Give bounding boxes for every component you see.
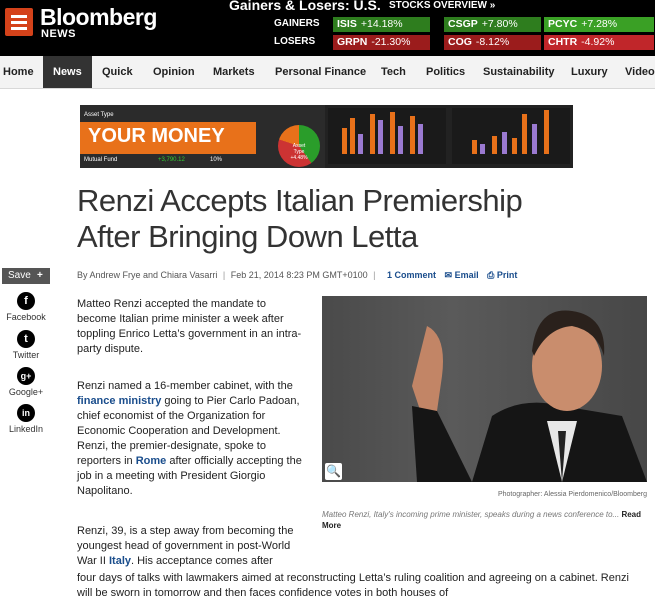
- linkedin-icon: in: [17, 404, 35, 422]
- facebook-icon: f: [17, 292, 35, 310]
- nav-sustainability[interactable]: Sustainability: [483, 56, 555, 88]
- article-byline: By Andrew Frye and Chiara Vasarri | Feb …: [77, 270, 518, 280]
- share-google-plus[interactable]: g+ Google+: [2, 367, 50, 397]
- loser-ticker[interactable]: GRPN -21.30%: [333, 35, 430, 50]
- photo-credit: Photographer: Alessia Pierdomenico/Bloom…: [497, 491, 647, 498]
- article-date: Feb 21, 2014 8:23 PM GMT+0100: [230, 270, 368, 280]
- bloomberg-logo[interactable]: Bloomberg: [40, 4, 157, 31]
- article-headline: Renzi Accepts Italian Premiership After …: [77, 183, 523, 254]
- gainers-label: GAINERS: [274, 18, 320, 29]
- stocks-overview-link[interactable]: STOCKS OVERVIEW »: [389, 0, 495, 11]
- rome-link[interactable]: Rome: [136, 455, 167, 467]
- menu-icon[interactable]: [5, 8, 33, 36]
- comments-link[interactable]: 1 Comment: [387, 270, 436, 280]
- twitter-icon: t: [17, 330, 35, 348]
- gainer-ticker[interactable]: ISIS +14.18%: [333, 17, 430, 32]
- italy-link[interactable]: Italy: [109, 555, 131, 567]
- ad-amount: +3,790.12: [158, 157, 185, 163]
- nav-personal-finance[interactable]: Personal Finance: [275, 56, 366, 88]
- google-plus-icon: g+: [17, 367, 35, 385]
- nav-markets[interactable]: Markets: [213, 56, 255, 88]
- nav-quick[interactable]: Quick: [102, 56, 133, 88]
- ad-mutual-fund: Mutual Fund: [84, 157, 118, 163]
- nav-opinion[interactable]: Opinion: [153, 56, 195, 88]
- article-authors: By Andrew Frye and Chiara Vasarri: [77, 270, 218, 280]
- ad-percent: 10%: [210, 157, 223, 163]
- nav-news[interactable]: News: [43, 56, 92, 88]
- article-paragraph: Matteo Renzi accepted the mandate to bec…: [77, 298, 302, 355]
- zoom-icon[interactable]: 🔍: [325, 463, 342, 480]
- ad-bar-chart: [452, 108, 570, 164]
- print-icon: ⎙: [487, 270, 495, 280]
- logo-subtitle: NEWS: [41, 28, 76, 40]
- loser-ticker[interactable]: CHTR -4.92%: [544, 35, 654, 50]
- article-paragraph: Renzi named a 16-member cabinet, with th…: [77, 380, 302, 497]
- finance-ministry-link[interactable]: finance ministry: [77, 395, 161, 407]
- share-linkedin[interactable]: in LinkedIn: [2, 404, 50, 434]
- nav-politics[interactable]: Politics: [426, 56, 465, 88]
- save-button[interactable]: Save +: [2, 268, 50, 284]
- site-header: Bloomberg NEWS Gainers & Losers: U.S. ST…: [0, 0, 655, 56]
- article-paragraph: four days of talks with lawmakers aimed …: [77, 572, 629, 599]
- renzi-portrait: [412, 310, 647, 482]
- share-facebook[interactable]: f Facebook: [2, 292, 50, 322]
- ad-pie-label: Asset Type +4.48%: [290, 143, 308, 161]
- gainer-ticker[interactable]: PCYC +7.28%: [544, 17, 654, 32]
- photo-caption: Matteo Renzi, Italy's incoming prime min…: [322, 510, 642, 530]
- advertisement-banner[interactable]: Asset Type YOUR MONEY Mutual Fund +3,790…: [80, 105, 573, 168]
- plus-icon: +: [37, 270, 43, 281]
- loser-ticker[interactable]: COG -8.12%: [444, 35, 541, 50]
- main-nav: Home News Quick Opinion Markets Personal…: [0, 56, 655, 89]
- email-link[interactable]: ✉ Email: [445, 270, 479, 280]
- share-twitter[interactable]: t Twitter: [2, 330, 50, 360]
- print-link[interactable]: ⎙ Print: [487, 270, 517, 280]
- ad-title: YOUR MONEY: [88, 125, 225, 147]
- article-photo[interactable]: [322, 296, 647, 482]
- nav-luxury[interactable]: Luxury: [571, 56, 608, 88]
- nav-home[interactable]: Home: [3, 56, 34, 88]
- email-icon: ✉: [444, 270, 453, 280]
- losers-label: LOSERS: [274, 36, 316, 47]
- ad-asset-type: Asset Type: [84, 112, 114, 118]
- article-paragraph: Renzi, 39, is a step away from becoming …: [77, 525, 294, 567]
- gainers-losers-title: Gainers & Losers: U.S.: [229, 0, 381, 13]
- nav-tech[interactable]: Tech: [381, 56, 406, 88]
- ad-bar-chart: [328, 108, 446, 164]
- gainer-ticker[interactable]: CSGP +7.80%: [444, 17, 541, 32]
- nav-video[interactable]: Video: [625, 56, 655, 88]
